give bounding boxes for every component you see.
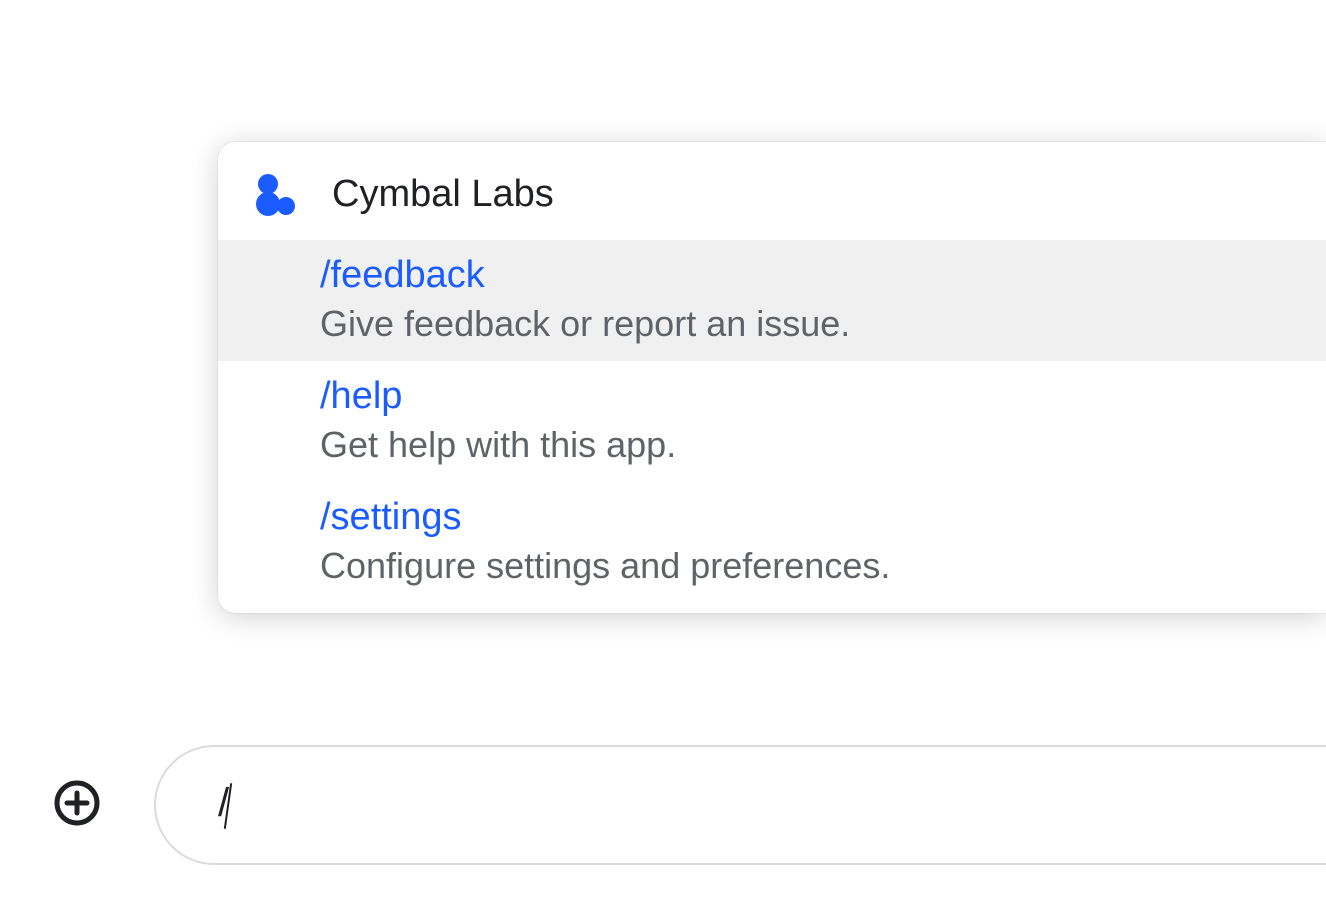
command-name: /settings bbox=[320, 496, 1292, 539]
command-description: Configure settings and preferences. bbox=[320, 545, 1292, 587]
command-item-settings[interactable]: /settings Configure settings and prefere… bbox=[218, 482, 1326, 613]
add-button[interactable] bbox=[50, 778, 104, 832]
command-item-help[interactable]: /help Get help with this app. bbox=[218, 361, 1326, 482]
cymbal-labs-icon bbox=[252, 170, 300, 218]
command-list: /feedback Give feedback or report an iss… bbox=[218, 240, 1326, 613]
popover-app-name: Cymbal Labs bbox=[332, 173, 554, 216]
compose-input-container[interactable]: / bbox=[154, 745, 1326, 865]
command-item-feedback[interactable]: /feedback Give feedback or report an iss… bbox=[218, 240, 1326, 361]
command-name: /feedback bbox=[320, 254, 1292, 297]
command-name: /help bbox=[320, 375, 1292, 418]
compose-input[interactable]: / bbox=[218, 781, 1326, 828]
popover-header: Cymbal Labs bbox=[218, 142, 1326, 240]
plus-circle-icon bbox=[53, 779, 101, 832]
command-description: Give feedback or report an issue. bbox=[320, 303, 1292, 345]
compose-row: / bbox=[50, 745, 1326, 865]
slash-command-popover: Cymbal Labs /feedback Give feedback or r… bbox=[218, 142, 1326, 613]
command-description: Get help with this app. bbox=[320, 424, 1292, 466]
